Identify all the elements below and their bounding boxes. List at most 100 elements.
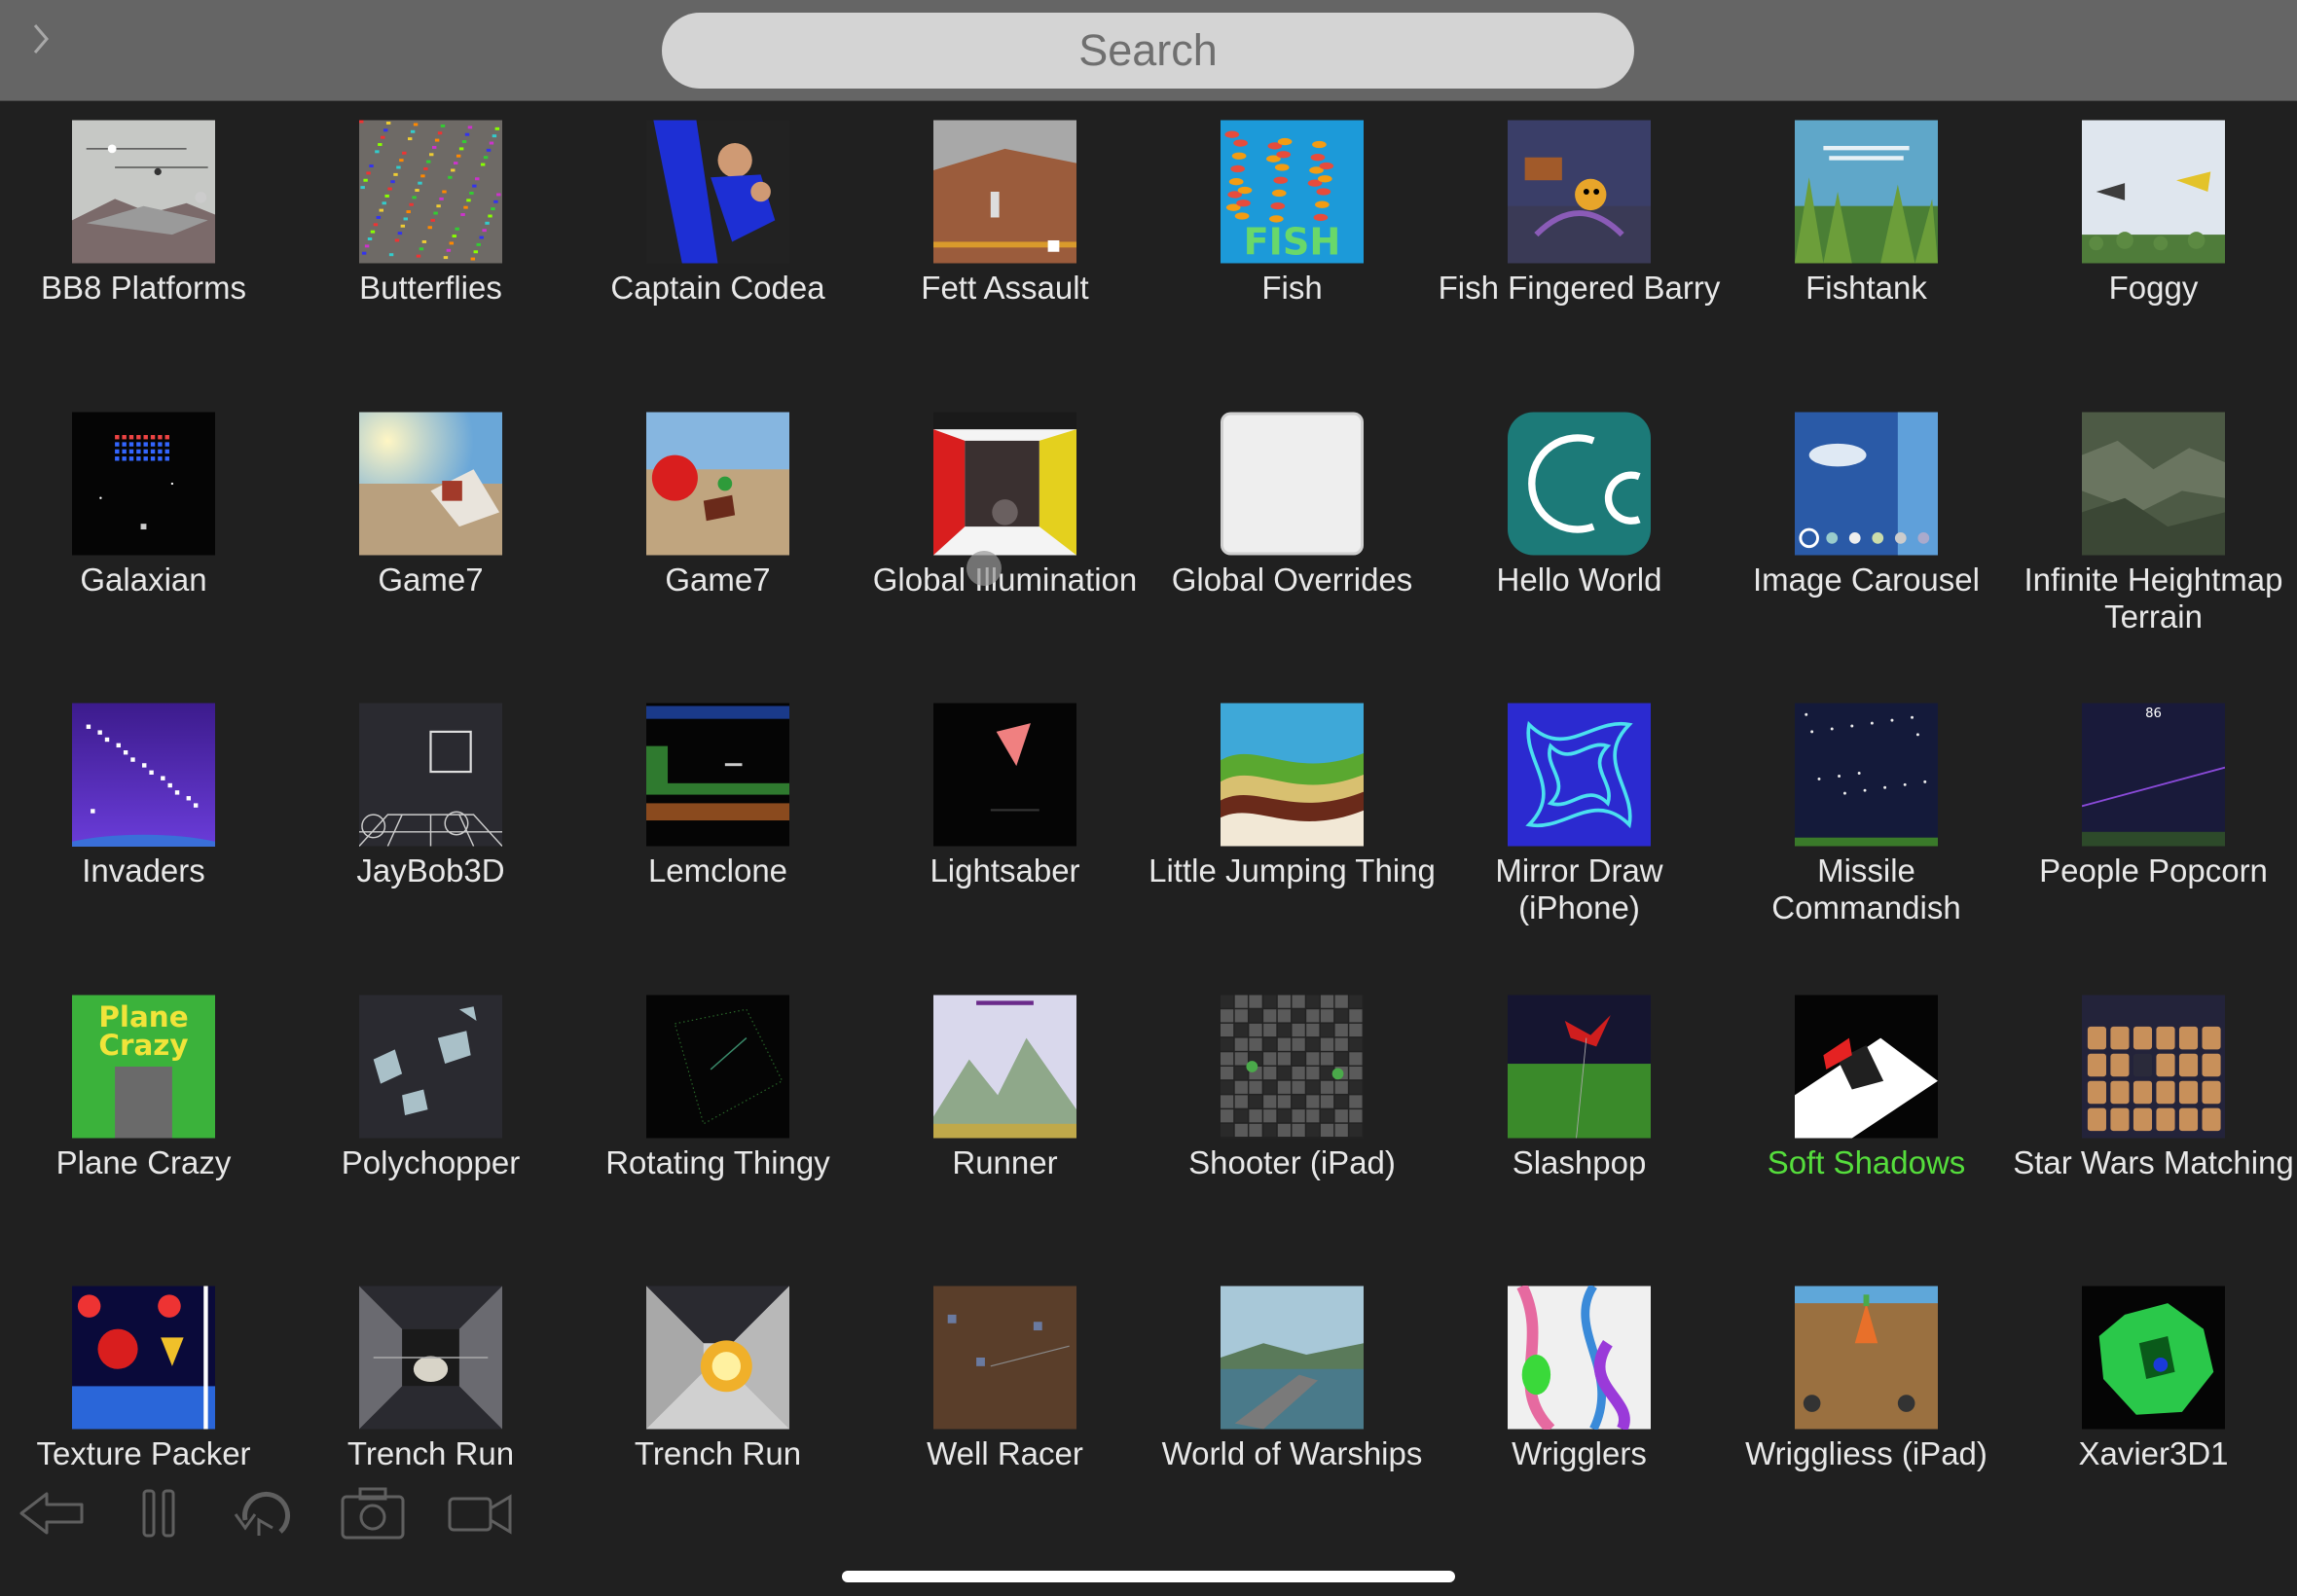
project-tile[interactable]: Fett Assault [861, 100, 1148, 353]
project-label: Lemclone [647, 852, 788, 889]
project-label: Global Overrides [1171, 561, 1413, 598]
project-label: Polychopper [341, 1143, 521, 1180]
project-thumbnail [1508, 120, 1651, 264]
project-label: Fett Assault [921, 270, 1089, 306]
project-tile[interactable]: Xavier3D1 [2010, 1266, 2297, 1519]
project-tile[interactable]: 86 People Popcorn [2010, 683, 2297, 936]
project-label: Little Jumping Thing [1148, 852, 1436, 889]
project-label: Trench Run [346, 1435, 515, 1471]
pause-icon[interactable] [125, 1481, 193, 1545]
project-label: Fish Fingered Barry [1438, 270, 1721, 306]
project-tile[interactable]: Rotating Thingy [574, 975, 861, 1228]
project-tile[interactable]: Mirror Draw (iPhone) [1436, 683, 1723, 936]
project-tile[interactable]: Global Illumination [861, 392, 1148, 645]
project-label: Infinite Heightmap Terrain [2024, 561, 2283, 635]
svg-text:FISH: FISH [1244, 222, 1341, 264]
project-thumbnail [1221, 1286, 1364, 1430]
project-thumbnail [359, 412, 502, 556]
project-label: Butterflies [359, 270, 502, 306]
project-thumbnail [646, 120, 789, 264]
project-thumbnail [1221, 703, 1364, 847]
project-thumbnail [933, 412, 1076, 556]
project-label: Invaders [82, 852, 205, 889]
project-thumbnail [1508, 995, 1651, 1139]
project-label: Trench Run [634, 1435, 802, 1471]
project-label: Captain Codea [610, 270, 825, 306]
project-thumbnail: 86 [2082, 703, 2225, 847]
project-label: Global Illumination [872, 561, 1138, 598]
project-thumbnail [359, 120, 502, 264]
project-tile[interactable]: Soft Shadows [1723, 975, 2010, 1228]
project-tile[interactable]: Game7 [574, 392, 861, 645]
project-label: Lightsaber [930, 852, 1080, 889]
project-thumbnail [1795, 703, 1938, 847]
project-tile[interactable]: Trench Run [574, 1266, 861, 1519]
project-thumbnail [72, 1286, 215, 1430]
project-thumbnail [359, 1286, 502, 1430]
project-label: Foggy [2108, 270, 2199, 306]
project-tile[interactable]: Wrigglers [1436, 1266, 1723, 1519]
back-arrow-icon[interactable] [18, 1481, 86, 1545]
project-label: Galaxian [80, 561, 207, 598]
project-tile[interactable]: Runner [861, 975, 1148, 1228]
project-thumbnail [1795, 995, 1938, 1139]
restart-icon[interactable] [232, 1481, 300, 1545]
video-camera-icon[interactable] [446, 1481, 514, 1545]
project-tile[interactable]: Lightsaber [861, 683, 1148, 936]
project-thumbnail: Plane Crazy [72, 995, 215, 1139]
project-thumbnail [72, 703, 215, 847]
project-tile[interactable]: Slashpop [1436, 975, 1723, 1228]
project-tile[interactable]: BB8 Platforms [0, 100, 287, 353]
project-tile[interactable]: Fish Fingered Barry [1436, 100, 1723, 353]
svg-text:86: 86 [2145, 707, 2162, 721]
camera-icon[interactable] [339, 1481, 407, 1545]
project-tile[interactable]: Hello World [1436, 392, 1723, 645]
project-label: Image Carousel [1753, 561, 1980, 598]
project-tile[interactable]: Galaxian [0, 392, 287, 645]
project-tile[interactable]: Fishtank [1723, 100, 2010, 353]
project-tile[interactable]: Missile Commandish [1723, 683, 2010, 936]
project-tile[interactable]: Butterflies [287, 100, 574, 353]
project-tile[interactable]: Invaders [0, 683, 287, 936]
playback-toolbar [0, 1481, 545, 1551]
project-tile[interactable]: Global Overrides [1148, 392, 1436, 645]
project-tile[interactable]: Polychopper [287, 975, 574, 1228]
project-tile[interactable]: Lemclone [574, 683, 861, 936]
project-tile[interactable]: Star Wars Matching [2010, 975, 2297, 1228]
project-thumbnail [1508, 703, 1651, 847]
project-label: Well Racer [927, 1435, 1083, 1471]
project-label: Rotating Thingy [605, 1143, 830, 1180]
project-label: Slashpop [1512, 1143, 1647, 1180]
project-thumbnail [359, 995, 502, 1139]
project-tile[interactable]: FISH Fish [1148, 100, 1436, 353]
project-label: Missile Commandish [1771, 852, 1961, 925]
project-label: Fishtank [1805, 270, 1927, 306]
project-tile[interactable]: Wriggliess (iPad) [1723, 1266, 2010, 1519]
home-indicator[interactable] [842, 1571, 1455, 1582]
touch-indicator [966, 551, 1002, 586]
project-thumbnail [646, 995, 789, 1139]
project-thumbnail [933, 703, 1076, 847]
project-thumbnail [1795, 412, 1938, 556]
project-label: Mirror Draw (iPhone) [1495, 852, 1663, 925]
project-thumbnail [933, 995, 1076, 1139]
project-tile[interactable]: Game7 [287, 392, 574, 645]
project-thumbnail [646, 1286, 789, 1430]
project-thumbnail [2082, 120, 2225, 264]
project-label: Wriggliess (iPad) [1745, 1435, 1987, 1471]
project-tile[interactable]: Infinite Heightmap Terrain [2010, 392, 2297, 645]
project-tile[interactable]: Captain Codea [574, 100, 861, 353]
project-grid: BB8 Platforms Butterflies Captain Codea Fet… [0, 0, 2297, 1499]
project-label: Shooter (iPad) [1188, 1143, 1396, 1180]
project-tile[interactable]: Shooter (iPad) [1148, 975, 1436, 1228]
project-label: Star Wars Matching [2013, 1143, 2294, 1180]
project-tile[interactable]: Plane Crazy Plane Crazy [0, 975, 287, 1228]
project-tile[interactable]: JayBob3D [287, 683, 574, 936]
project-tile[interactable]: World of Warships [1148, 1266, 1436, 1519]
project-thumbnail [1508, 1286, 1651, 1430]
project-tile[interactable]: Foggy [2010, 100, 2297, 353]
project-thumbnail [933, 120, 1076, 264]
project-tile[interactable]: Image Carousel [1723, 392, 2010, 645]
project-tile[interactable]: Well Racer [861, 1266, 1148, 1519]
project-tile[interactable]: Little Jumping Thing [1148, 683, 1436, 936]
